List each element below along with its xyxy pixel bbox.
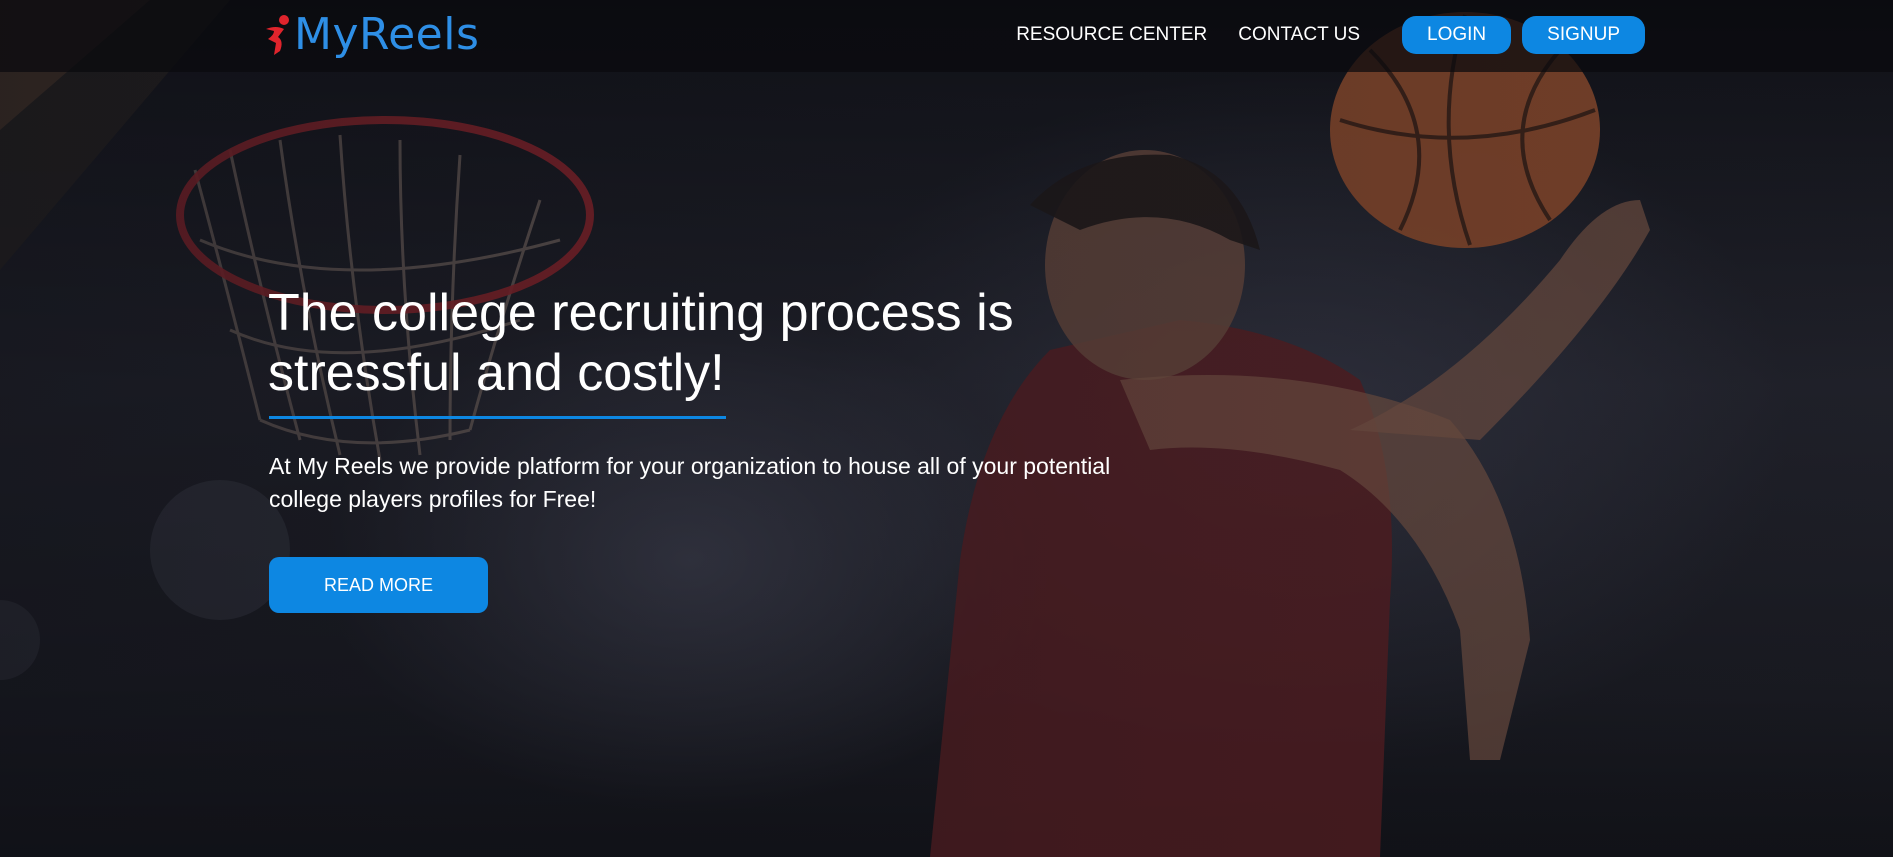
nav-resource-center-link[interactable]: RESOURCE CENTER [1016, 24, 1207, 46]
signup-button[interactable]: SIGNUP [1522, 16, 1645, 54]
read-more-button[interactable]: READ MORE [269, 557, 488, 613]
login-button[interactable]: LOGIN [1402, 16, 1512, 54]
brand-name: MyReels [294, 9, 480, 60]
hero-description: At My Reels we provide platform for your… [269, 453, 1111, 512]
hero-section [0, 0, 1893, 857]
main-nav: RESOURCE CENTER CONTACT US LOGIN SIGNUP [1016, 16, 1645, 54]
runner-icon [266, 15, 289, 55]
hero-headline: The college recruiting process is stress… [268, 284, 1014, 402]
hero-overlay [0, 0, 1893, 857]
brand-logo[interactable]: MyReels [262, 10, 479, 60]
headline-underline [269, 416, 726, 419]
nav-contact-us-link[interactable]: CONTACT US [1238, 24, 1360, 46]
top-navbar: MyReels RESOURCE CENTER CONTACT US LOGIN… [0, 0, 1893, 72]
